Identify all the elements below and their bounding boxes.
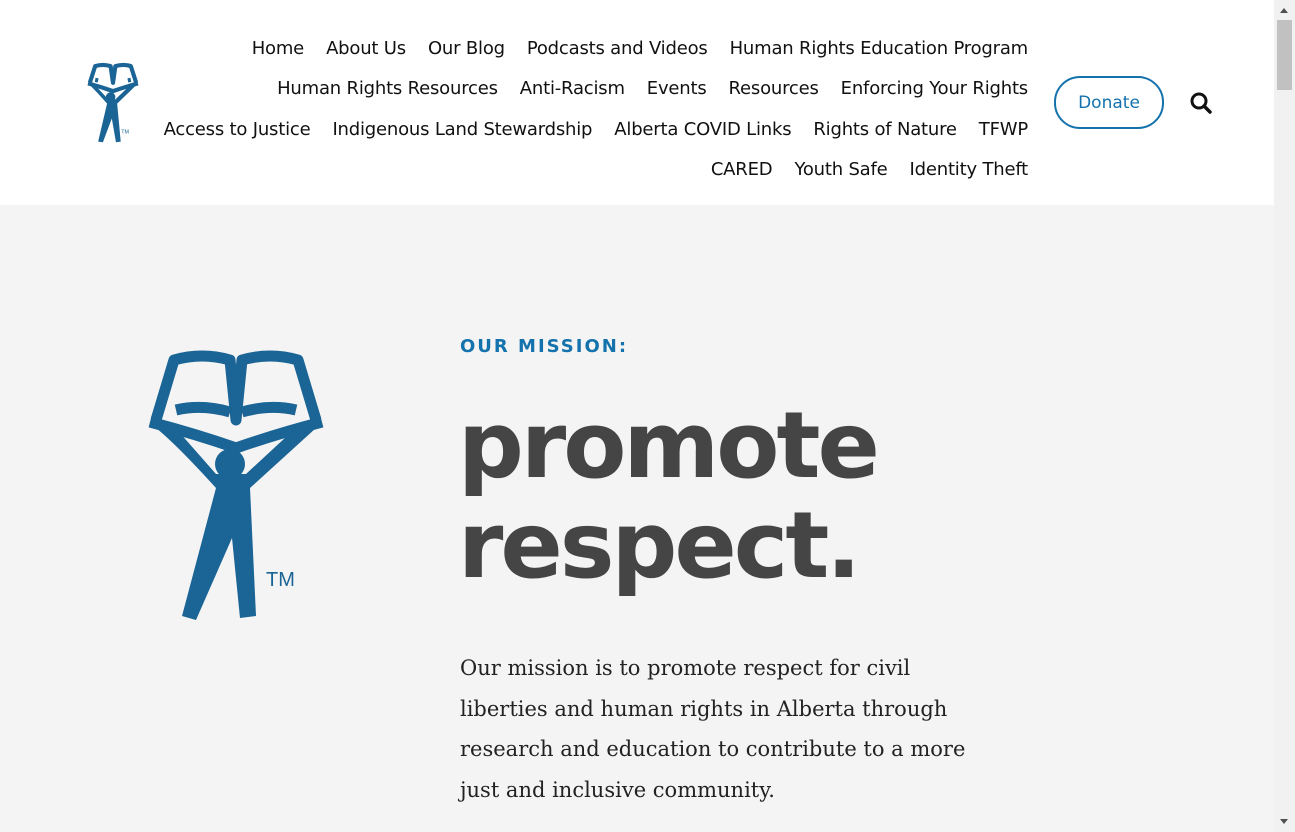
nav-link-cared[interactable]: CARED bbox=[711, 159, 773, 180]
scroll-thumb[interactable] bbox=[1277, 20, 1292, 90]
nav-row-3: Access to Justice Indigenous Land Stewar… bbox=[128, 109, 1029, 150]
mission-headline: promote respect. bbox=[458, 392, 880, 599]
search-icon[interactable] bbox=[1188, 90, 1214, 116]
nav-link-alberta-covid-links[interactable]: Alberta COVID Links bbox=[614, 119, 791, 140]
nav-link-anti-racism[interactable]: Anti-Racism bbox=[520, 78, 625, 99]
nav-link-podcasts-and-videos[interactable]: Podcasts and Videos bbox=[527, 38, 708, 59]
headline-line-2: respect. bbox=[458, 492, 861, 599]
nav-link-indigenous-land-stewardship[interactable]: Indigenous Land Stewardship bbox=[332, 119, 592, 140]
nav-link-human-rights-education-program[interactable]: Human Rights Education Program bbox=[730, 38, 1029, 59]
nav-link-identity-theft[interactable]: Identity Theft bbox=[910, 159, 1029, 180]
headline-line-1: promote bbox=[458, 392, 880, 499]
site-header: TM Home About Us Our Blog Podcasts and V… bbox=[0, 0, 1274, 205]
nav-link-human-rights-resources[interactable]: Human Rights Resources bbox=[277, 78, 498, 99]
nav-link-enforcing-your-rights[interactable]: Enforcing Your Rights bbox=[841, 78, 1029, 99]
nav-link-tfwp[interactable]: TFWP bbox=[979, 119, 1028, 140]
nav-link-events[interactable]: Events bbox=[647, 78, 707, 99]
nav-link-home[interactable]: Home bbox=[252, 38, 305, 59]
page-scrollbar[interactable] bbox=[1274, 0, 1295, 832]
nav-row-1: Home About Us Our Blog Podcasts and Vide… bbox=[128, 28, 1028, 69]
mission-statement: Our mission is to promote respect for ci… bbox=[460, 656, 966, 802]
nav-link-youth-safe[interactable]: Youth Safe bbox=[794, 159, 887, 180]
main-navigation: Home About Us Our Blog Podcasts and Vide… bbox=[128, 28, 1029, 191]
nav-link-rights-of-nature[interactable]: Rights of Nature bbox=[813, 119, 957, 140]
trademark-mark: TM bbox=[266, 569, 295, 591]
nav-link-access-to-justice[interactable]: Access to Justice bbox=[164, 119, 311, 140]
scroll-up-arrow-icon[interactable] bbox=[1280, 8, 1288, 13]
nav-row-4: CARED Youth Safe Identity Theft bbox=[128, 150, 1028, 191]
scroll-down-arrow-icon[interactable] bbox=[1280, 819, 1288, 824]
nav-row-2: Human Rights Resources Anti-Racism Event… bbox=[128, 69, 1028, 110]
mission-logo: TM bbox=[148, 350, 324, 620]
nav-link-our-blog[interactable]: Our Blog bbox=[428, 38, 505, 59]
nav-link-resources[interactable]: Resources bbox=[729, 78, 819, 99]
mission-eyebrow: OUR MISSION: bbox=[460, 336, 629, 357]
donate-button[interactable]: Donate bbox=[1054, 76, 1164, 129]
nav-link-about-us[interactable]: About Us bbox=[326, 38, 406, 59]
